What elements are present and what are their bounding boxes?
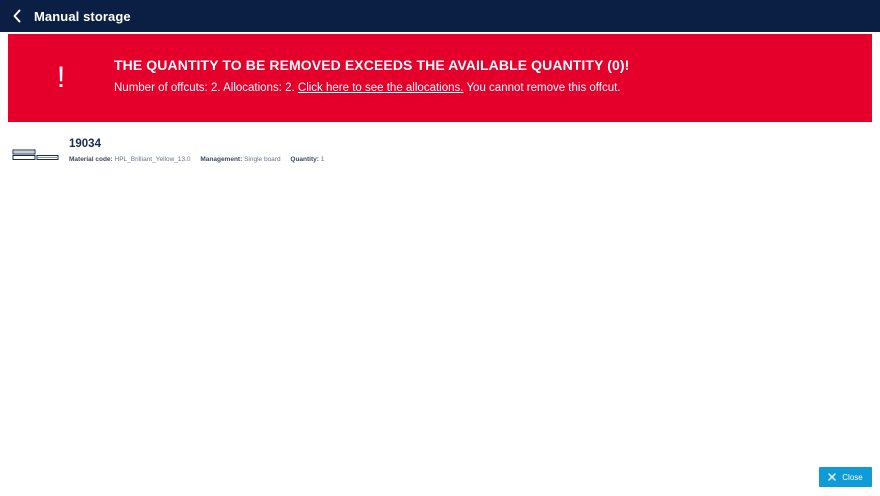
manual-storage-screen: Manual storage ! THE QUANTITY TO BE REMO… bbox=[0, 0, 880, 496]
top-bar: Manual storage bbox=[0, 0, 880, 32]
back-button[interactable] bbox=[0, 0, 34, 32]
item-details: Material code: HPL_Brilliant_Yellow_13.0… bbox=[69, 156, 332, 163]
quantity: Quantity: 1 bbox=[290, 156, 325, 163]
alert-title: THE QUANTITY TO BE REMOVED EXCEEDS THE A… bbox=[114, 57, 630, 73]
close-icon bbox=[828, 473, 836, 481]
exclamation-icon: ! bbox=[56, 61, 66, 94]
board-stack-icon bbox=[12, 149, 59, 160]
chevron-left-icon bbox=[13, 9, 21, 23]
alert-message-text: Number of offcuts: 2. Allocations: 2. bbox=[114, 82, 298, 94]
management: Management: Single board bbox=[200, 156, 281, 163]
alert-message: Number of offcuts: 2. Allocations: 2. Cl… bbox=[114, 82, 621, 94]
item-id: 19034 bbox=[69, 138, 101, 150]
offcut-item[interactable]: 19034 Material code: HPL_Brilliant_Yello… bbox=[12, 136, 872, 172]
material-code: Material code: HPL_Brilliant_Yellow_13.0 bbox=[69, 156, 191, 163]
page-title: Manual storage bbox=[34, 8, 131, 24]
close-button-label: Close bbox=[842, 472, 863, 482]
close-button[interactable]: Close bbox=[819, 467, 872, 487]
allocations-link[interactable]: Click here to see the allocations. bbox=[298, 82, 464, 94]
alert-message-suffix: You cannot remove this offcut. bbox=[463, 82, 621, 94]
error-alert: ! THE QUANTITY TO BE REMOVED EXCEEDS THE… bbox=[8, 34, 872, 122]
